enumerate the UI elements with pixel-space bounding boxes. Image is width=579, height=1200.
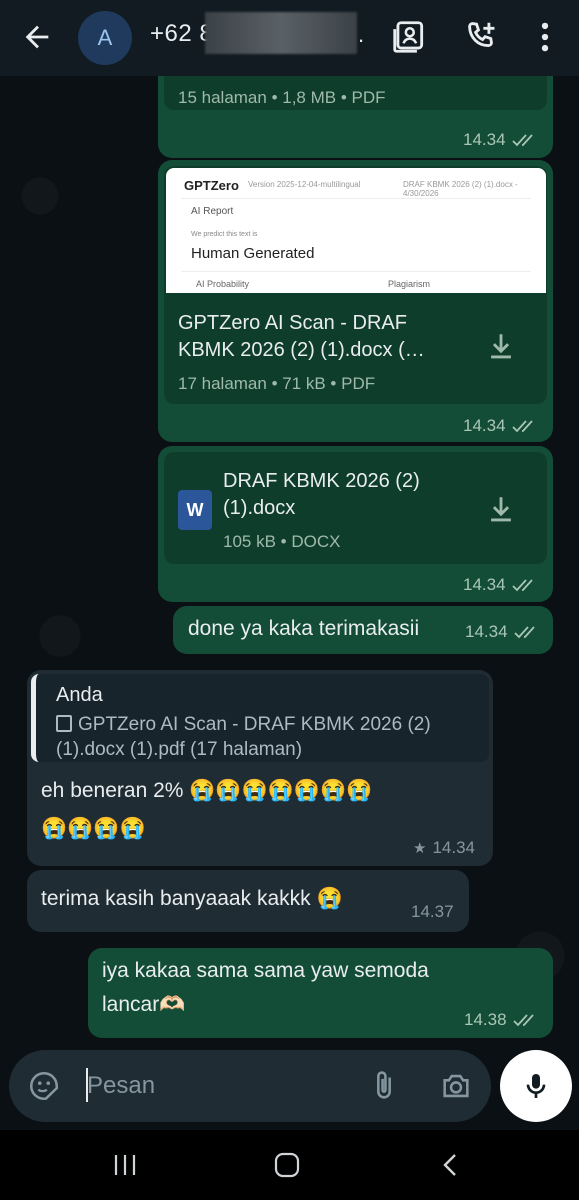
file-title-line-2: (1).docx xyxy=(223,497,296,519)
message-text-line-1: iya kakaa sama sama yaw semoda xyxy=(102,959,429,982)
back-nav-icon[interactable] xyxy=(436,1150,466,1180)
star-icon: ★ xyxy=(413,840,427,857)
preview-file: DRAF KBMK 2026 (2) (1).docx - 4/30/2026 xyxy=(403,180,518,198)
quote-line-1: GPTZero AI Scan - DRAF KBMK 2026 (2) xyxy=(78,714,431,735)
contact-card-icon[interactable] xyxy=(390,18,428,56)
file-meta: 15 halaman • 1,8 MB • PDF xyxy=(178,88,386,107)
message-meta: 14.34 xyxy=(465,622,540,642)
message-time: 14.38 xyxy=(464,1010,507,1029)
message-meta: 14.34 xyxy=(463,575,538,595)
contact-name-suffix: . xyxy=(358,22,365,47)
preview-ai-probability: AI Probability xyxy=(196,279,250,289)
file-meta: 105 kB • DOCX xyxy=(223,532,341,551)
avatar-letter: A xyxy=(97,25,113,50)
quote-author: Anda xyxy=(56,684,103,706)
document-icon xyxy=(56,715,72,732)
message-time: 14.37 xyxy=(411,902,454,921)
message-text-out-2[interactable]: iya kakaa sama sama yaw semoda lancar🫶🏻 … xyxy=(88,948,553,1038)
message-input[interactable]: Pesan xyxy=(87,1072,155,1100)
preview-predict-label: We predict this text is xyxy=(191,231,258,238)
message-text: done ya kaka terimakasii xyxy=(188,617,420,640)
contact-name[interactable]: +62 8 xyxy=(150,20,213,48)
preview-version: Version 2025-12-04-multilingual xyxy=(248,180,361,189)
avatar[interactable]: A xyxy=(78,11,132,65)
preview-divider xyxy=(181,198,531,199)
message-meta: 14.38 xyxy=(464,1010,539,1030)
preview-result: Human Generated xyxy=(191,245,315,262)
message-text: terima kasih banyaaak kakkk 😭 xyxy=(41,887,343,910)
double-check-icon xyxy=(511,134,533,147)
message-time: 14.34 xyxy=(465,622,508,641)
message-time: 14.34 xyxy=(463,416,506,435)
double-check-icon xyxy=(513,626,535,639)
preview-plagiarism: Plagiarism xyxy=(388,279,431,289)
double-check-icon xyxy=(511,420,533,433)
file-meta: 17 halaman • 71 kB • PDF xyxy=(178,374,376,393)
message-time: 14.34 xyxy=(463,130,506,149)
message-input-bar[interactable]: Pesan xyxy=(9,1050,491,1122)
attach-icon[interactable] xyxy=(367,1069,401,1103)
message-time: 14.34 xyxy=(463,575,506,594)
sticker-icon[interactable] xyxy=(27,1069,61,1103)
more-options-icon[interactable] xyxy=(526,18,564,56)
message-meta: 14.34 xyxy=(463,130,538,150)
quote-text: GPTZero AI Scan - DRAF KBMK 2026 (2) (1)… xyxy=(56,712,476,762)
file-card[interactable]: 15 halaman • 1,8 MB • PDF xyxy=(164,76,547,110)
file-title-line-2: KBMK 2026 (2) (1).docx (… xyxy=(178,339,425,361)
home-icon[interactable] xyxy=(272,1150,302,1180)
message-docx[interactable]: W DRAF KBMK 2026 (2) (1).docx 105 kB • D… xyxy=(158,446,553,602)
double-check-icon xyxy=(511,579,533,592)
add-call-icon[interactable] xyxy=(462,18,500,56)
message-text-line-1: eh beneran 2% 😭😭😭😭😭😭😭 xyxy=(41,779,373,802)
system-navigation-bar xyxy=(0,1130,579,1200)
chat-area[interactable]: 15 halaman • 1,8 MB • PDF 14.34 GPTZero … xyxy=(0,76,579,1050)
download-icon[interactable] xyxy=(484,330,518,364)
redacted-phone-number xyxy=(205,12,357,54)
preview-divider xyxy=(181,271,531,272)
word-document-icon: W xyxy=(178,490,212,530)
message-meta: 14.34 xyxy=(463,416,538,436)
quoted-message[interactable]: Anda GPTZero AI Scan - DRAF KBMK 2026 (2… xyxy=(31,674,489,762)
double-check-icon xyxy=(512,1014,534,1027)
message-text-line-2: 😭😭😭😭 xyxy=(41,817,146,840)
download-icon[interactable] xyxy=(484,493,518,527)
message-meta: ★ 14.34 xyxy=(413,838,475,858)
preview-report-label: AI Report xyxy=(191,206,234,217)
file-title-line-1: DRAF KBMK 2026 (2) xyxy=(223,470,420,492)
message-text-out[interactable]: done ya kaka terimakasii 14.34 xyxy=(173,606,553,654)
file-title-line-1: GPTZero AI Scan - DRAF xyxy=(178,312,407,334)
pdf-preview-image[interactable]: GPTZero Version 2025-12-04-multilingual … xyxy=(166,168,546,293)
camera-icon[interactable] xyxy=(439,1069,473,1103)
message-time: 14.34 xyxy=(432,838,475,857)
message-text-line-2: lancar🫶🏻 xyxy=(102,993,186,1016)
voice-message-button[interactable] xyxy=(500,1050,572,1122)
microphone-icon xyxy=(526,1074,546,1098)
message-reply-in[interactable]: Anda GPTZero AI Scan - DRAF KBMK 2026 (2… xyxy=(27,670,493,866)
quote-line-2: (1).docx (1).pdf (17 halaman) xyxy=(56,739,303,760)
chat-header: A +62 8 . xyxy=(0,0,579,76)
gptzero-logo: GPTZero xyxy=(184,178,239,193)
back-arrow-icon[interactable] xyxy=(20,20,54,54)
message-pdf-2[interactable]: GPTZero Version 2025-12-04-multilingual … xyxy=(158,160,553,442)
recent-apps-icon[interactable] xyxy=(110,1150,140,1180)
message-text-in[interactable]: terima kasih banyaaak kakkk 😭 14.37 xyxy=(27,870,469,932)
message-meta: 14.37 xyxy=(411,902,454,922)
message-pdf-1[interactable]: 15 halaman • 1,8 MB • PDF 14.34 xyxy=(158,76,553,158)
